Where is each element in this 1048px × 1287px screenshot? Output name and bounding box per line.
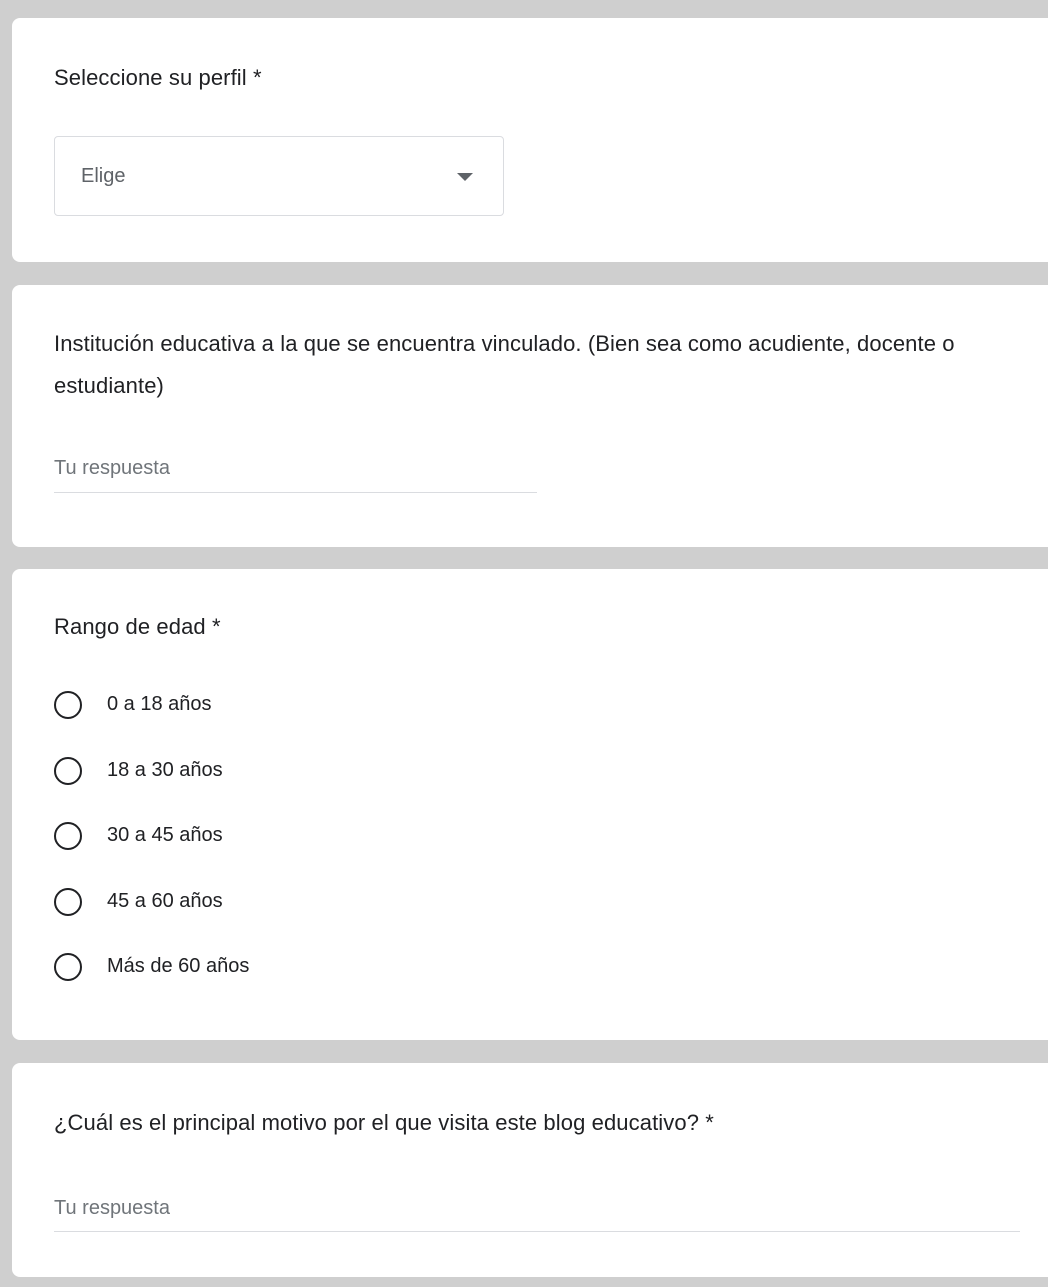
radio-unchecked-icon[interactable] [54,888,82,916]
question-title-text: ¿Cuál es el principal motivo por el que … [54,1110,700,1135]
profile-dropdown[interactable]: Elige [54,136,504,216]
radio-option-label: 18 a 30 años [107,759,223,781]
radio-option-label: 0 a 18 años [107,693,212,715]
radio-unchecked-icon[interactable] [54,953,82,981]
question-card-motive: ¿Cuál es el principal motivo por el que … [12,1063,1048,1277]
question-title-motive: ¿Cuál es el principal motivo por el que … [54,1103,714,1143]
question-card-institution: Institución educativa a la que se encuen… [12,285,1048,547]
radio-option-over-60[interactable]: Más de 60 años [54,949,454,989]
radio-option-18-30[interactable]: 18 a 30 años [54,753,454,793]
question-card-profile: Seleccione su perfil * Elige [12,18,1048,262]
radio-unchecked-icon[interactable] [54,757,82,785]
radio-option-0-18[interactable]: 0 a 18 años [54,687,454,727]
radio-unchecked-icon[interactable] [54,822,82,850]
answer-underline [54,1231,1020,1232]
answer-underline [54,492,537,493]
question-title-age-range: Rango de edad * [54,607,221,647]
radio-unchecked-icon[interactable] [54,691,82,719]
radio-option-45-60[interactable]: 45 a 60 años [54,884,454,924]
institution-answer-input[interactable]: Tu respuesta [54,453,170,483]
question-title-profile: Seleccione su perfil * [54,58,262,98]
required-mark: * [253,65,262,90]
question-title-text: Rango de edad [54,614,206,639]
radio-option-label: 30 a 45 años [107,824,223,846]
required-mark: * [212,614,221,639]
question-title-institution: Institución educativa a la que se encuen… [54,331,955,398]
radio-option-30-45[interactable]: 30 a 45 años [54,818,454,858]
radio-option-label: 45 a 60 años [107,890,223,912]
question-title-text: Seleccione su perfil [54,65,247,90]
dropdown-selected-value: Elige [81,165,126,187]
question-card-age-range: Rango de edad * 0 a 18 años 18 a 30 años… [12,569,1048,1040]
radio-option-label: Más de 60 años [107,955,250,977]
motive-answer-input[interactable]: Tu respuesta [54,1193,170,1223]
required-mark: * [705,1110,714,1135]
caret-down-icon [457,173,473,181]
